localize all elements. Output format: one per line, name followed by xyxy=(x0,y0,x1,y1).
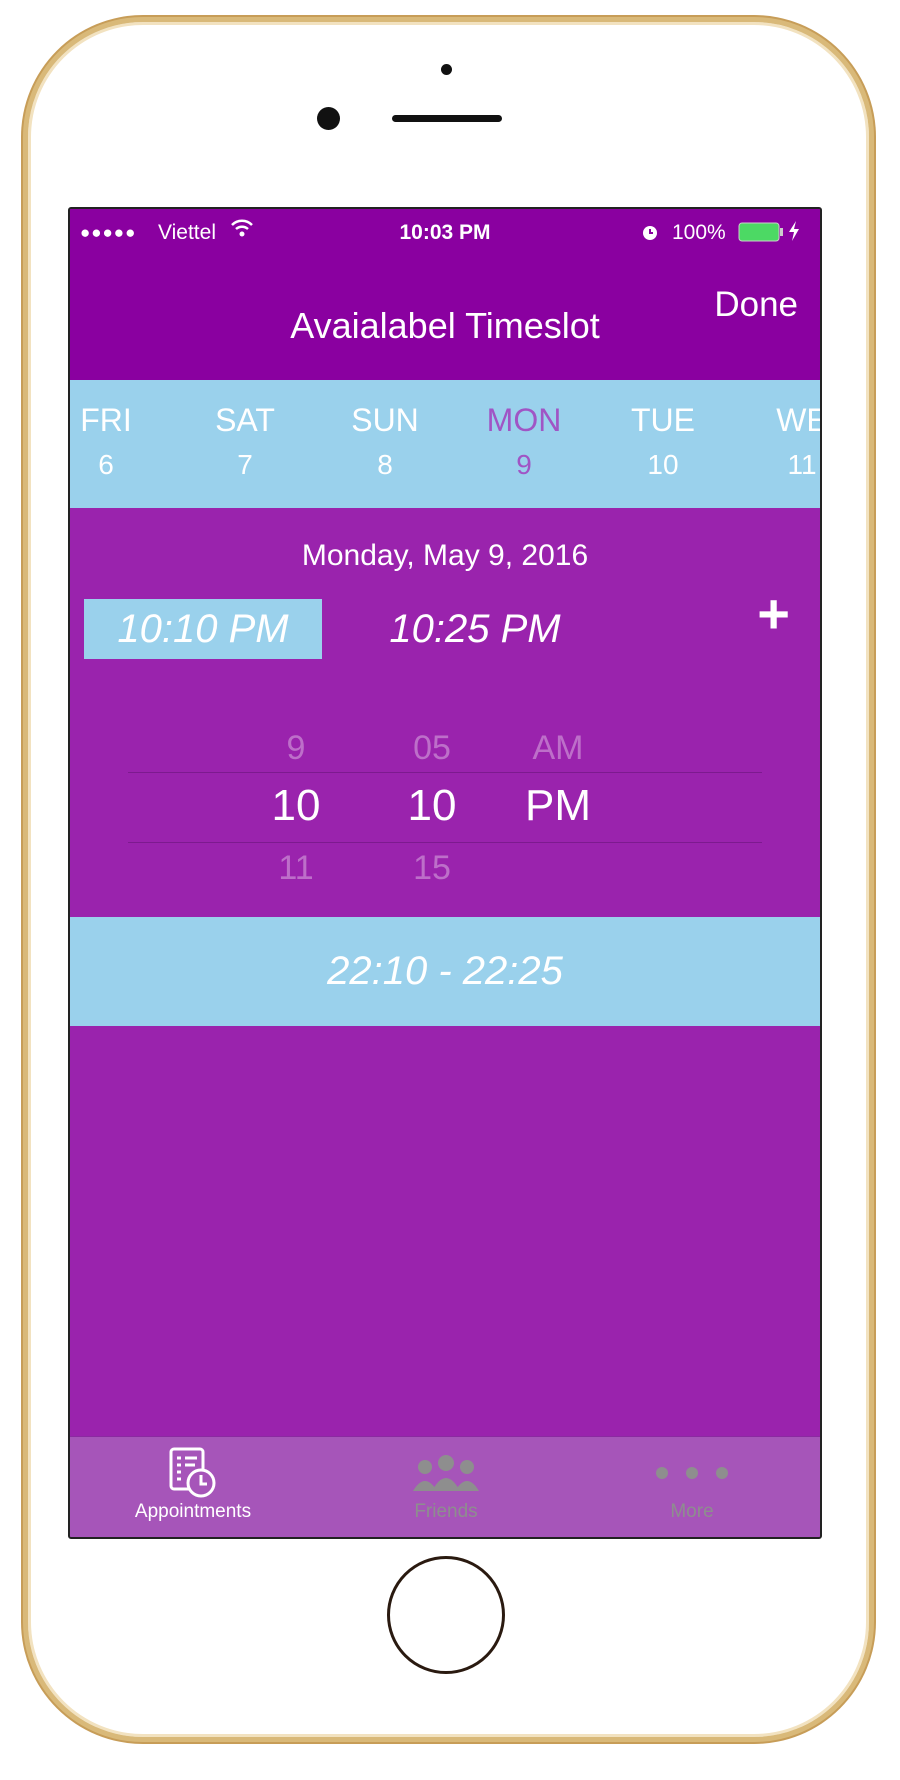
day-item-mon[interactable]: MON 9 xyxy=(469,402,579,481)
battery-icon xyxy=(738,222,784,248)
minute-option[interactable]: 05 xyxy=(382,729,482,768)
day-name: TUE xyxy=(631,402,695,438)
friends-icon xyxy=(346,1445,546,1501)
day-item-fri[interactable]: FRI 6 xyxy=(70,402,161,481)
day-item-sat[interactable]: SAT 7 xyxy=(190,402,300,481)
front-camera xyxy=(317,107,340,130)
day-name: WE xyxy=(776,402,820,438)
tab-label: Appointments xyxy=(134,1501,252,1522)
hour-selected[interactable]: 10 xyxy=(246,781,346,831)
day-item-tue[interactable]: TUE 10 xyxy=(608,402,718,481)
add-timeslot-button[interactable]: + xyxy=(757,581,790,646)
day-date: 8 xyxy=(377,449,393,480)
tab-label: Friends xyxy=(414,1501,478,1522)
day-selector[interactable]: FRI 6 SAT 7 SUN 8 MON 9 TUE 10 WE 11 xyxy=(70,380,820,508)
day-date: 11 xyxy=(787,449,817,480)
day-name: MON xyxy=(486,402,562,438)
day-date: 7 xyxy=(237,449,253,480)
tab-more[interactable]: More xyxy=(592,1445,792,1523)
appointments-icon xyxy=(93,1445,293,1501)
day-item-sun[interactable]: SUN 8 xyxy=(330,402,440,481)
day-date: 6 xyxy=(98,449,114,480)
hour-option[interactable]: 9 xyxy=(246,729,346,768)
day-item-we[interactable]: WE 11 xyxy=(747,402,820,481)
earpiece-speaker xyxy=(392,115,502,122)
end-time-button[interactable]: 10:25 PM xyxy=(360,599,590,659)
picker-selection-top-line xyxy=(128,772,762,773)
proximity-sensor xyxy=(441,64,452,75)
app-screen: ●●●●● Viettel 10:03 PM 100% Avaialabel T… xyxy=(68,207,822,1539)
picker-selection-bottom-line xyxy=(128,842,762,843)
tab-bar: Appointments Friends More xyxy=(70,1436,820,1537)
period-option[interactable]: AM xyxy=(508,729,608,768)
day-name: SUN xyxy=(351,402,419,438)
period-selected[interactable]: PM xyxy=(508,781,608,831)
alarm-icon xyxy=(640,222,660,248)
battery-percent: 100% xyxy=(672,221,726,244)
tab-label: More xyxy=(670,1501,714,1522)
tab-friends[interactable]: Friends xyxy=(346,1445,546,1523)
minute-selected[interactable]: 10 xyxy=(382,781,482,831)
home-button[interactable] xyxy=(387,1556,505,1674)
hour-option[interactable]: 11 xyxy=(246,849,346,888)
status-bar: ●●●●● Viettel 10:03 PM 100% xyxy=(70,209,820,255)
page-title: Avaialabel Timeslot xyxy=(290,305,600,346)
start-time-button[interactable]: 10:10 PM xyxy=(84,599,322,659)
more-icon xyxy=(592,1445,792,1501)
charging-icon xyxy=(788,221,800,247)
minute-option[interactable]: 15 xyxy=(382,849,482,888)
navigation-bar: Avaialabel Timeslot Done xyxy=(70,255,820,380)
timeslot-range[interactable]: 22:10 - 22:25 xyxy=(70,917,820,1026)
day-name: SAT xyxy=(215,402,275,438)
day-name: FRI xyxy=(80,402,132,438)
tab-appointments[interactable]: Appointments xyxy=(93,1445,293,1523)
day-date: 9 xyxy=(516,449,532,480)
selected-date: Monday, May 9, 2016 xyxy=(301,539,589,572)
done-button[interactable]: Done xyxy=(714,285,798,325)
day-date: 10 xyxy=(647,449,679,480)
time-picker[interactable]: 9 10 11 05 10 15 AM PM xyxy=(70,689,820,929)
